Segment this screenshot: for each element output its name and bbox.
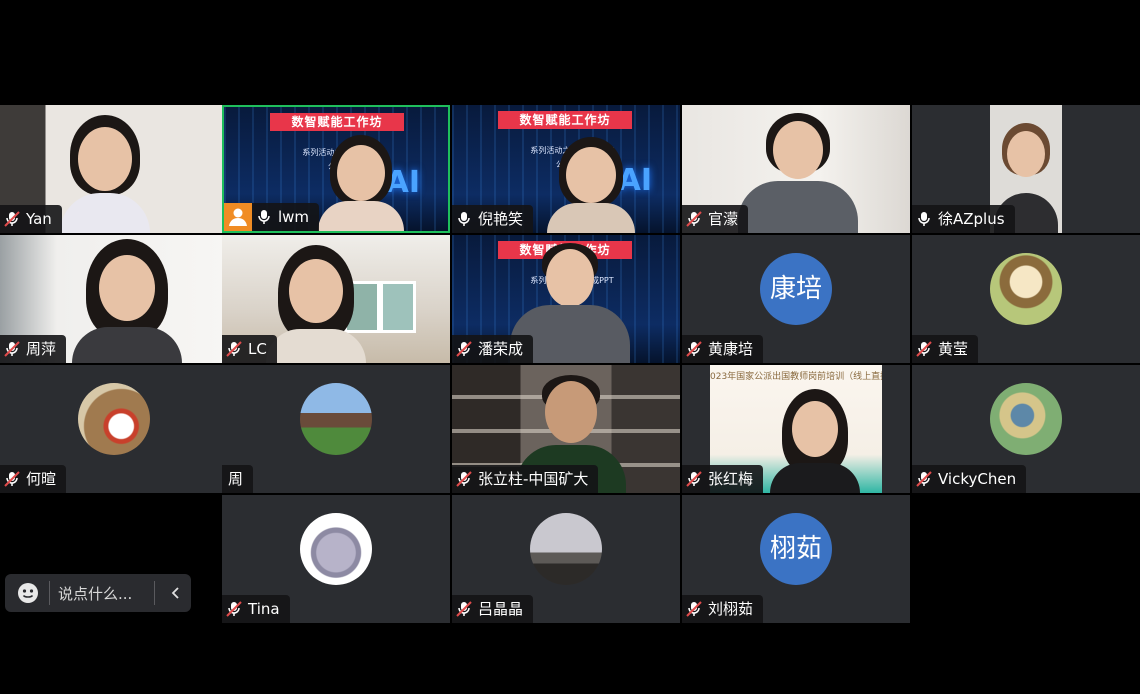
avatar <box>530 513 602 585</box>
video-tile-lwm[interactable]: 数智赋能工作坊 系列活动之一 成PPT 公外研究 AI lwm <box>222 105 450 233</box>
mic-muted-icon <box>456 341 472 357</box>
mic-muted-icon <box>686 341 702 357</box>
participant-name: 吕晶晶 <box>478 600 524 618</box>
name-label: 黄康培 <box>682 335 764 363</box>
slide-banner: 数智赋能工作坊 <box>270 113 404 131</box>
participant-video <box>60 115 150 233</box>
name-label: 刘栩茹 <box>682 595 764 623</box>
avatar <box>990 383 1062 455</box>
avatar <box>990 253 1062 325</box>
name-label: 何暄 <box>0 465 67 493</box>
name-label: lwm <box>252 203 320 231</box>
name-label: Tina <box>222 595 290 623</box>
mic-icon <box>918 212 930 226</box>
mic-muted-icon <box>916 341 932 357</box>
video-tile-hkp[interactable]: 康培 黄康培 <box>682 235 910 363</box>
divider <box>154 581 156 605</box>
video-tile-tina[interactable]: Tina <box>222 495 450 623</box>
mic-muted-icon <box>4 211 20 227</box>
video-tile-hy[interactable]: 黄莹 <box>912 235 1140 363</box>
name-label: 吕晶晶 <box>452 595 534 623</box>
mic-muted-icon <box>4 341 20 357</box>
video-tile-xu[interactable]: 徐AZplus <box>912 105 1140 233</box>
name-label: LC <box>222 335 277 363</box>
video-tile-prc[interactable]: 数智赋能工作坊 系列活动之一 成PPT 潘荣成 <box>452 235 680 363</box>
participant-name: lwm <box>278 208 310 226</box>
mic-muted-icon <box>686 471 702 487</box>
participant-name: 刘栩茹 <box>708 600 754 618</box>
chevron-left-icon[interactable] <box>169 586 183 600</box>
name-label: 黄莹 <box>912 335 979 363</box>
divider <box>49 581 50 605</box>
participant-name: VickyChen <box>938 470 1017 488</box>
video-tile-vicky[interactable]: VickyChen <box>912 365 1140 493</box>
participant-name: 官濛 <box>708 210 739 228</box>
video-tile-lc[interactable]: LC <box>222 235 450 363</box>
participant-name: Yan <box>26 210 52 228</box>
video-tile-yan[interactable]: Yan <box>0 105 228 233</box>
video-tile-nyx[interactable]: 数智赋能工作坊 系列活动之一 成PPT 公外研究 AI 倪艳笑 <box>452 105 680 233</box>
video-tile-hx[interactable]: 何暄 <box>0 365 228 493</box>
video-tile-zlz[interactable]: 张立柱-中国矿大 <box>452 365 680 493</box>
video-tile-zhm[interactable]: 023年国家公派出国教师岗前培训（线上直播 张红梅 <box>682 365 910 493</box>
mic-muted-icon <box>226 601 242 617</box>
participant-name: 潘荣成 <box>478 340 524 358</box>
video-tile-gm[interactable]: 官濛 <box>682 105 910 233</box>
participant-video <box>546 137 636 233</box>
video-grid: Yan 数智赋能工作坊 系列活动之一 成PPT 公外研究 AI lwm 数智赋能… <box>0 105 1140 625</box>
name-label: 官濛 <box>682 205 749 233</box>
video-tile-lxr[interactable]: 栩茹 刘栩茹 <box>682 495 910 623</box>
participant-name: 徐AZplus <box>938 210 1005 228</box>
mic-muted-icon <box>686 211 702 227</box>
participant-video <box>266 245 366 363</box>
poster-text: 023年国家公派出国教师岗前培训（线上直播 <box>710 372 882 382</box>
video-tile-ljj[interactable]: 吕晶晶 <box>452 495 680 623</box>
participant-name: 黄莹 <box>938 340 969 358</box>
name-label: Yan <box>0 205 62 233</box>
mic-muted-icon <box>686 601 702 617</box>
participant-video <box>72 239 182 363</box>
participant-name: LC <box>248 340 267 358</box>
participant-video <box>316 135 406 231</box>
participant-name: 周 <box>228 470 244 488</box>
participant-name: 张立柱-中国矿大 <box>478 470 589 488</box>
participant-video <box>738 113 858 233</box>
mic-muted-icon <box>226 341 242 357</box>
participant-name: 周萍 <box>26 340 57 358</box>
video-tile-zhou[interactable]: 周 <box>222 365 450 493</box>
mic-icon <box>458 212 470 226</box>
name-label: 周 <box>222 465 254 493</box>
chat-input-bar[interactable]: 说点什么... <box>5 574 191 612</box>
name-label: 张红梅 <box>682 465 764 493</box>
mic-muted-icon <box>456 601 472 617</box>
mic-muted-icon <box>4 471 20 487</box>
slide-banner: 数智赋能工作坊 <box>498 111 632 129</box>
name-label: 徐AZplus <box>912 205 1015 233</box>
mic-muted-icon <box>456 471 472 487</box>
avatar <box>78 383 150 455</box>
participant-name: Tina <box>248 600 280 618</box>
name-label: 张立柱-中国矿大 <box>452 465 599 493</box>
participant-name: 何暄 <box>26 470 57 488</box>
video-tile-zp[interactable]: 周萍 <box>0 235 228 363</box>
participant-name: 黄康培 <box>708 340 754 358</box>
chat-input[interactable]: 说点什么... <box>58 583 132 604</box>
participant-name: 倪艳笑 <box>478 210 524 228</box>
participant-name: 张红梅 <box>708 470 754 488</box>
avatar <box>300 513 372 585</box>
emoji-icon[interactable] <box>15 580 41 606</box>
wall-picture <box>380 281 416 333</box>
avatar: 康培 <box>760 253 832 325</box>
mic-muted-icon <box>916 471 932 487</box>
name-label: 周萍 <box>0 335 67 363</box>
avatar: 栩茹 <box>760 513 832 585</box>
avatar <box>300 383 372 455</box>
screen-share-icon <box>224 203 252 231</box>
name-label: 潘荣成 <box>452 335 534 363</box>
mic-icon <box>258 210 270 224</box>
name-label: 倪艳笑 <box>452 205 534 233</box>
name-label: VickyChen <box>912 465 1027 493</box>
